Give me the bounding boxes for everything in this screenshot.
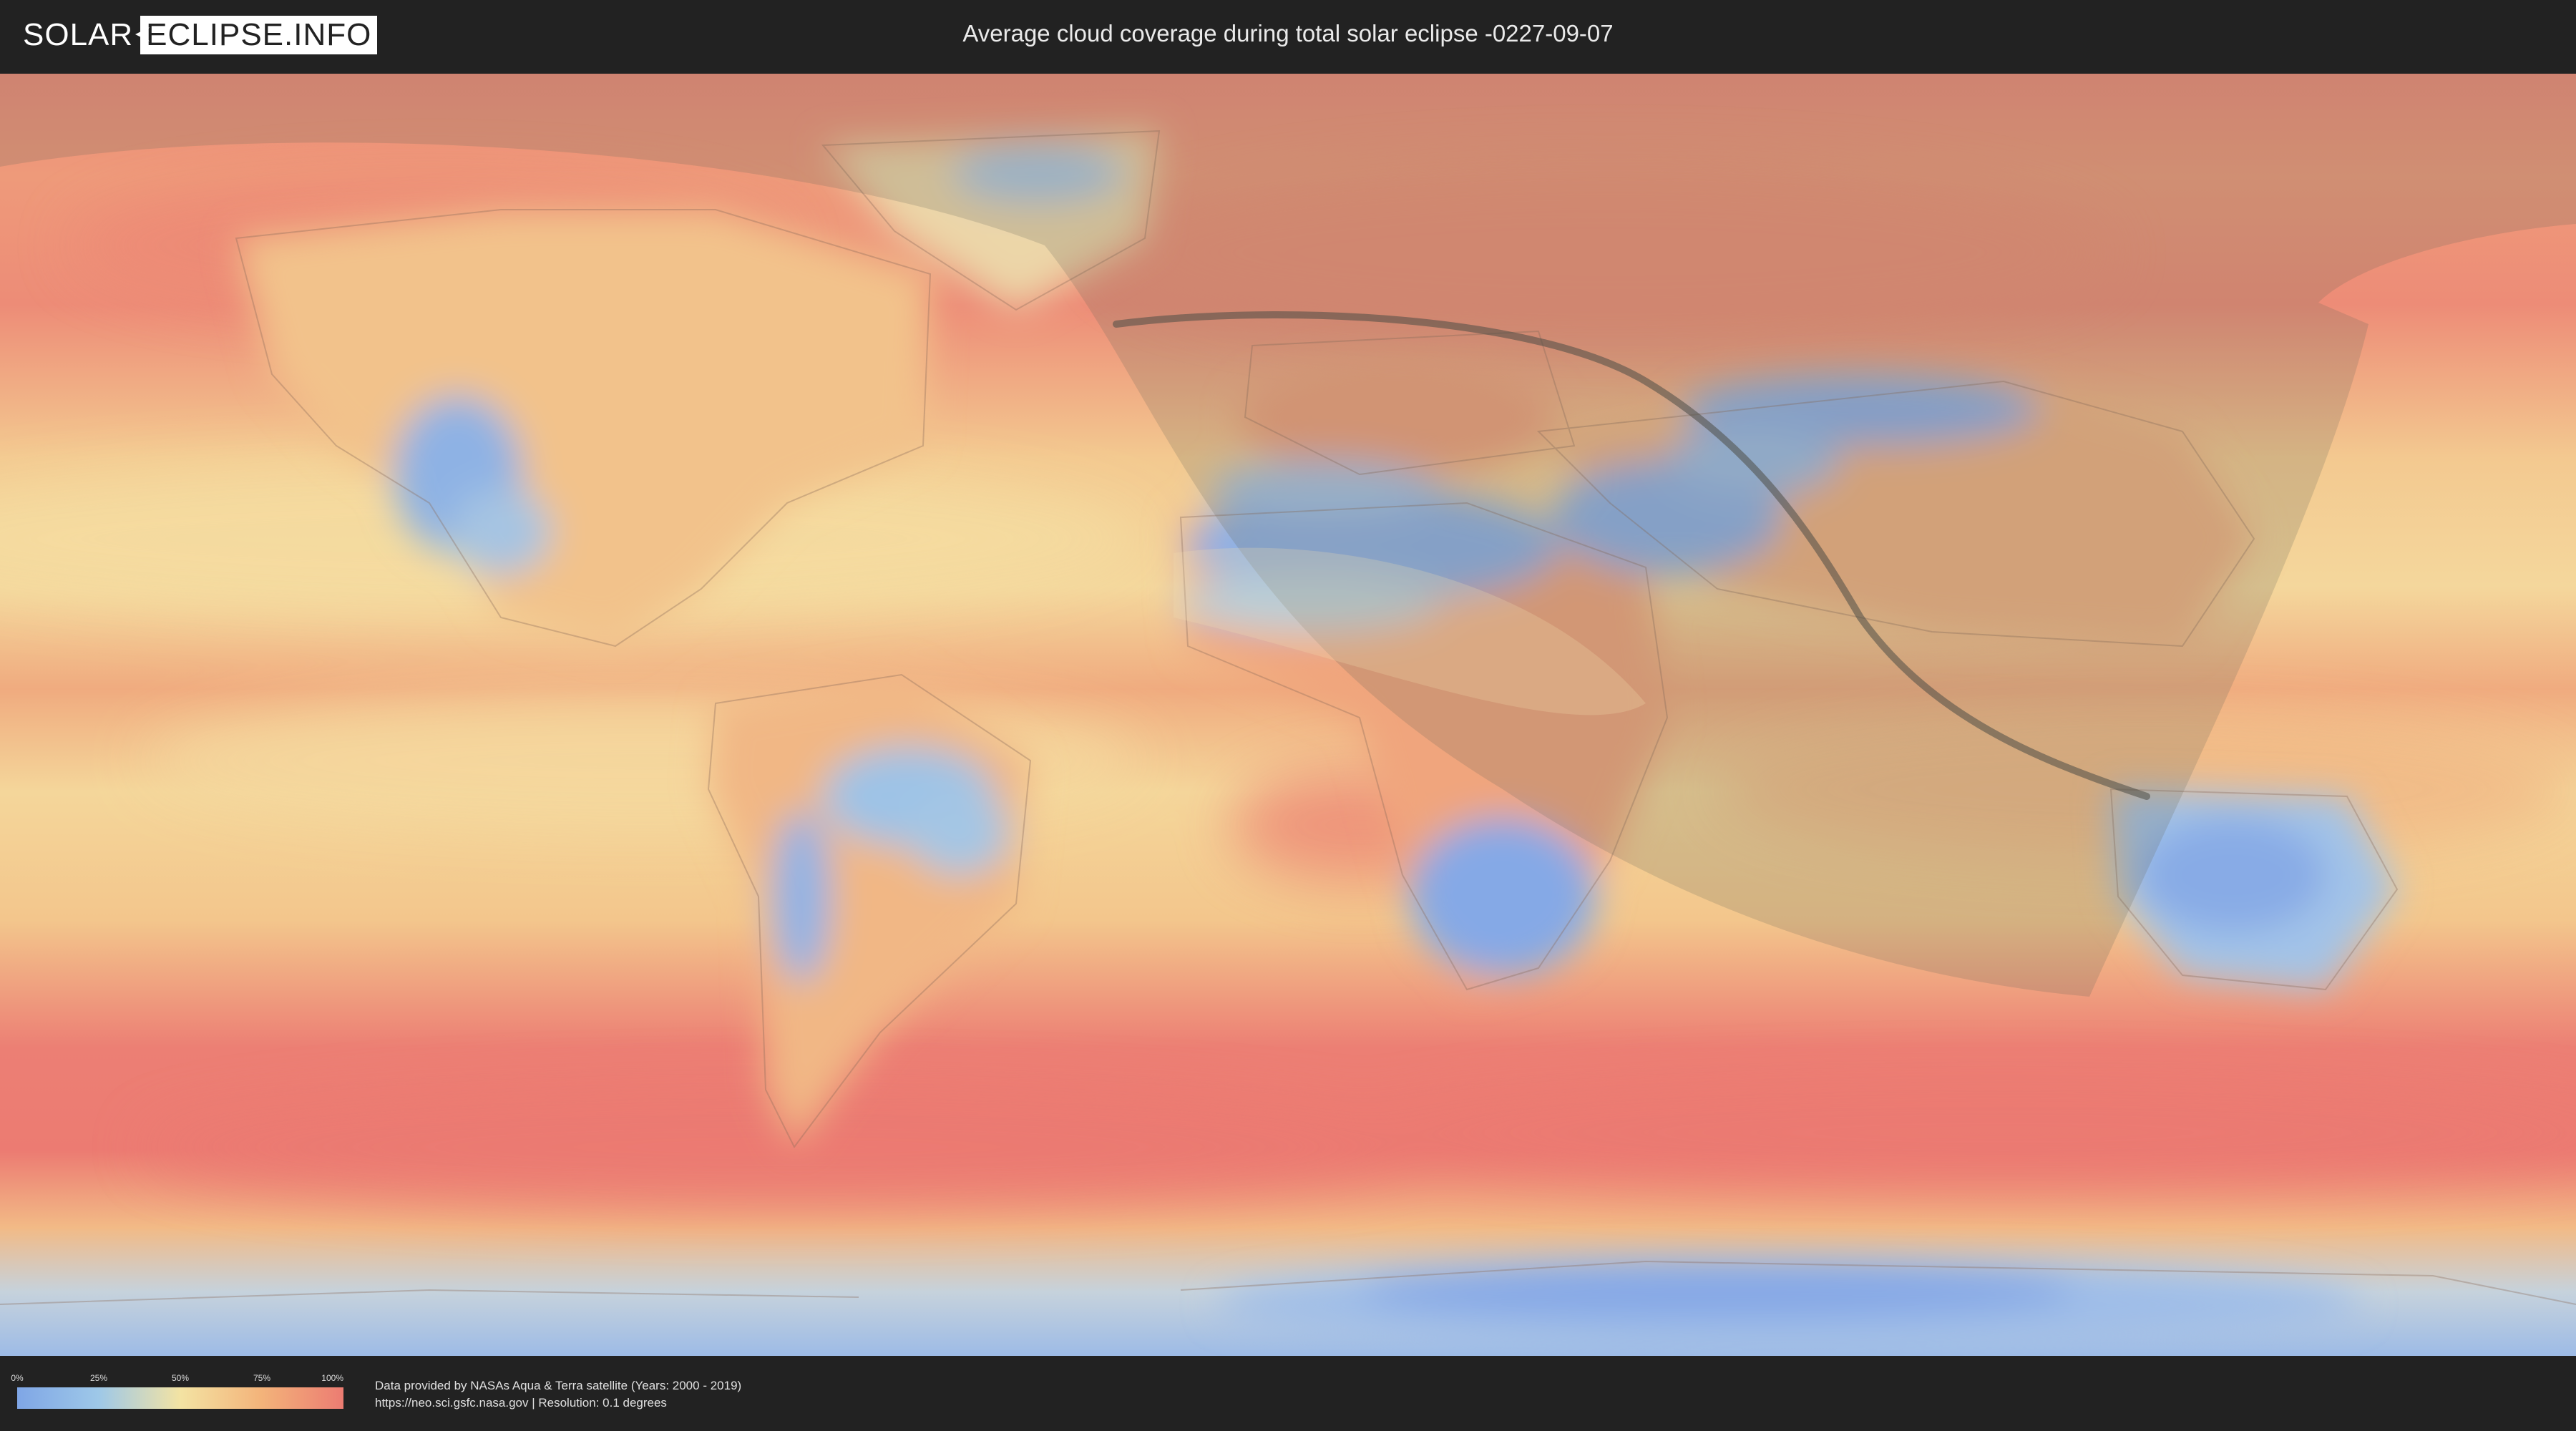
cloud-coverage-map[interactable] [0,74,2576,1356]
header-bar: SOLAR ECLIPSE.INFO Average cloud coverag… [0,0,2576,72]
data-credits: Data provided by NASAs Aqua & Terra sate… [375,1377,741,1412]
credits-line-source: Data provided by NASAs Aqua & Terra sate… [375,1379,742,1392]
footer-bar: 0% 25% 50% 75% 100% Data provided by NAS… [0,1356,2576,1431]
legend-tick-50: 50% [171,1373,190,1383]
legend-tick-100: 100% [321,1373,343,1383]
legend-tick-25: 25% [89,1373,108,1383]
credits-line-url[interactable]: https://neo.sci.gsfc.nasa.gov | Resoluti… [375,1395,741,1412]
cloud-legend: 0% 25% 50% 75% 100% [11,1373,343,1409]
legend-tick-0: 0% [11,1373,24,1383]
page-title: Average cloud coverage during total sola… [962,20,1614,47]
legend-color-bar [17,1387,343,1409]
map-canvas [0,74,2576,1356]
legend-tick-75: 75% [253,1373,271,1383]
